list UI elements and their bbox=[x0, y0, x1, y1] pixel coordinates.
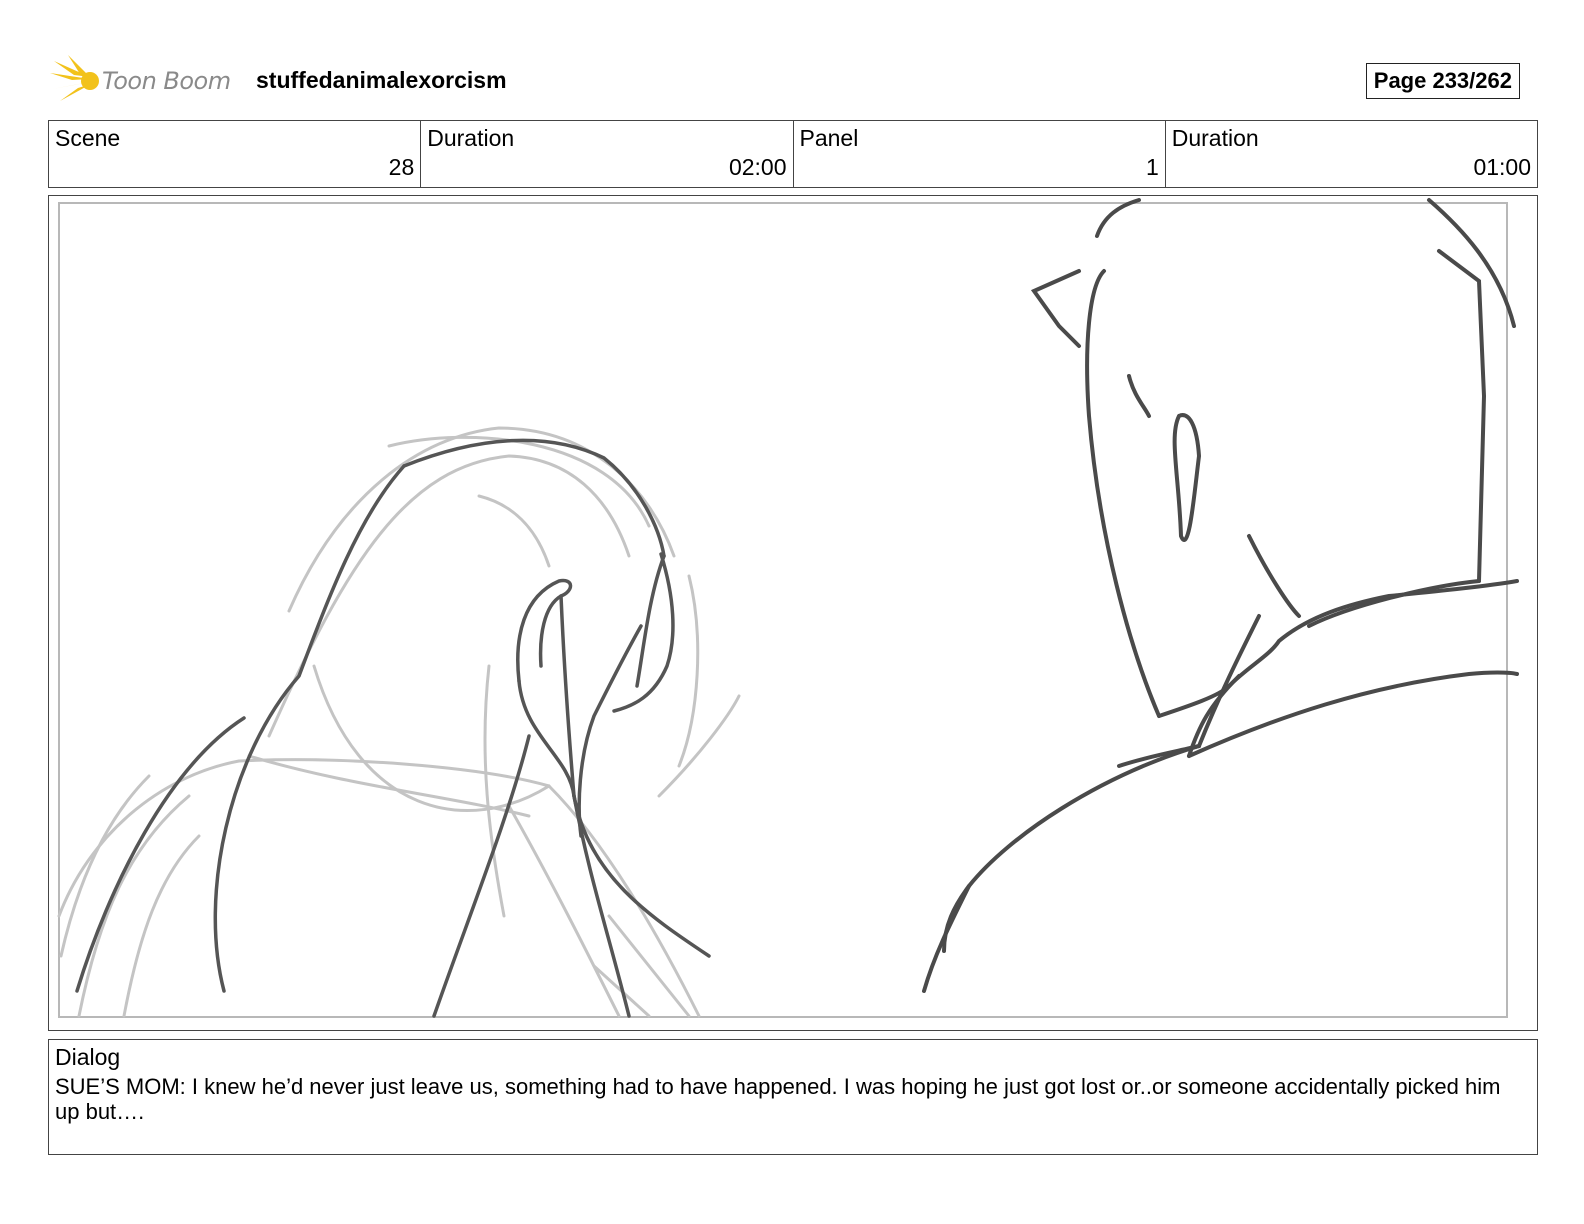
scene-label: Scene bbox=[55, 125, 121, 151]
scene-duration-value: 02:00 bbox=[728, 154, 787, 180]
panel-duration-value: 01:00 bbox=[1473, 154, 1531, 180]
storyboard-panel bbox=[48, 195, 1538, 1031]
sketch-drawing bbox=[57, 198, 1519, 1018]
panel-cell: Panel 1 bbox=[794, 121, 1166, 187]
page-number: Page 233/262 bbox=[1365, 63, 1520, 99]
panel-label: Panel bbox=[799, 125, 859, 151]
panel-value: 1 bbox=[1145, 154, 1159, 180]
dialog-label: Dialog bbox=[55, 1044, 121, 1070]
dialog-text: SUE’S MOM: I knew he’d never just leave … bbox=[55, 1074, 1501, 1124]
logo-text: Toon Boom bbox=[102, 67, 231, 95]
scene-cell: Scene 28 bbox=[49, 121, 422, 187]
panel-duration-label: Duration bbox=[1171, 125, 1259, 151]
panel-duration-cell: Duration 01:00 bbox=[1166, 121, 1537, 187]
left-figure-linework bbox=[75, 438, 711, 1018]
toon-boom-logo: Toon Boom bbox=[50, 55, 240, 105]
dialog-box: Dialog SUE’S MOM: I knew he’d never just… bbox=[48, 1039, 1538, 1155]
page-header: Toon Boom stuffedanimalexorcism Page 233… bbox=[50, 55, 1538, 105]
scene-value: 28 bbox=[388, 154, 415, 180]
scene-info-table: Scene 28 Duration 02:00 Panel 1 Duration… bbox=[48, 120, 1538, 188]
starburst-icon bbox=[50, 55, 99, 101]
scene-duration-cell: Duration 02:00 bbox=[421, 121, 794, 187]
left-figure-rough bbox=[57, 426, 741, 1018]
safe-frame bbox=[58, 202, 1508, 1018]
right-figure-linework bbox=[922, 198, 1519, 993]
project-title: stuffedanimalexorcism bbox=[256, 67, 507, 93]
scene-duration-label: Duration bbox=[427, 125, 515, 151]
